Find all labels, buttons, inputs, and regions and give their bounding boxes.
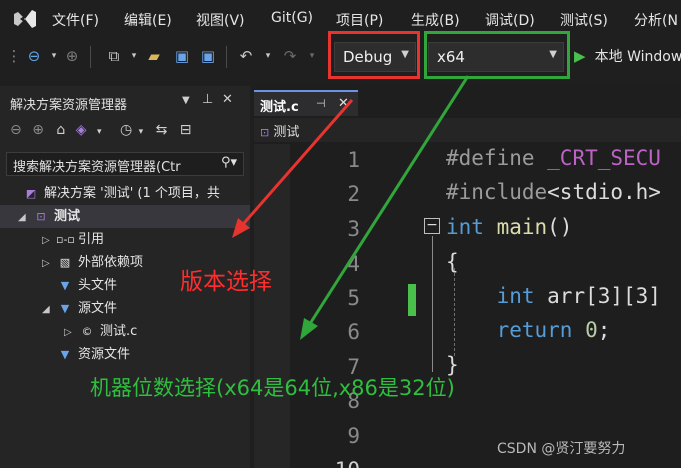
bitness-select-annotation: 机器位数选择(x64是64位,x86是32位) — [90, 376, 455, 400]
red-arrow-line — [236, 99, 354, 231]
green-arrow-line — [304, 75, 470, 331]
green-arrow-head — [300, 318, 318, 340]
version-select-annotation: 版本选择 — [180, 269, 272, 295]
watermark: CSDN @贤汀要努力 — [497, 441, 626, 457]
